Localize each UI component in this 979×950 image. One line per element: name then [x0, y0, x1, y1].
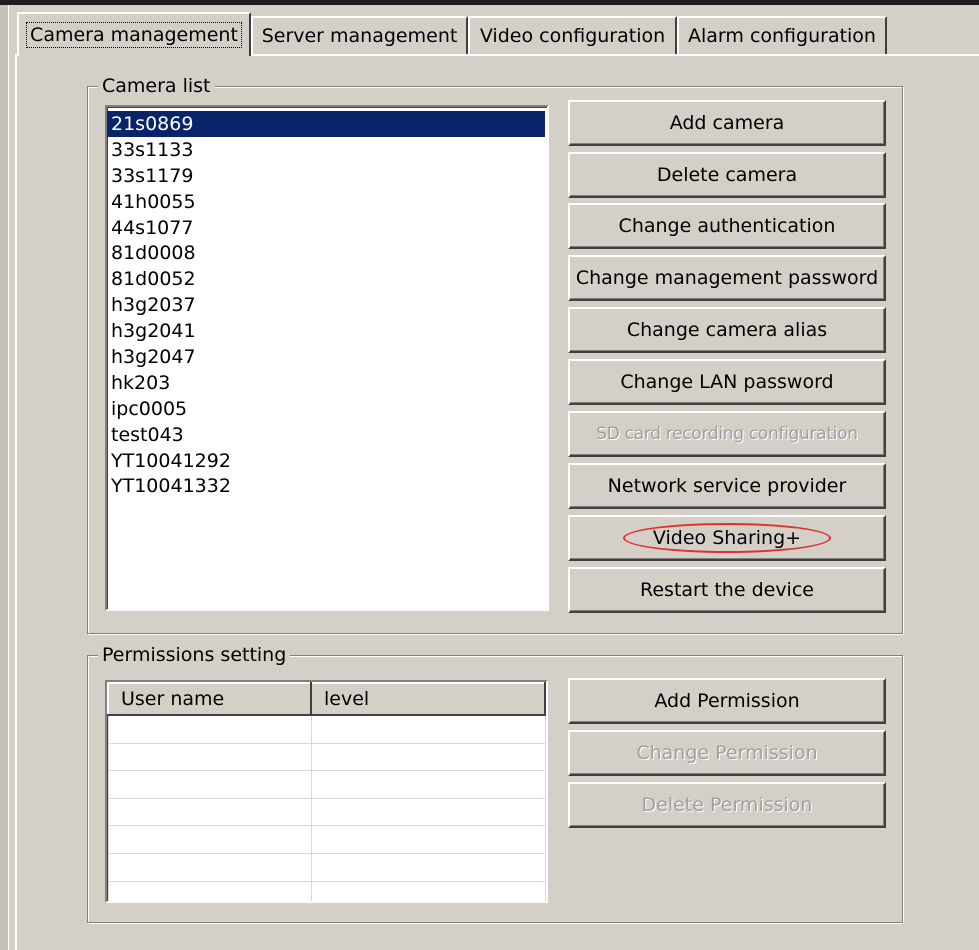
tab-server-management-label: Server management [261, 25, 458, 47]
tab-camera-management-label: Camera management [26, 22, 242, 48]
button-label: Add Permission [654, 690, 800, 712]
tab-server-management[interactable]: Server management [251, 16, 468, 54]
user-name-cell [107, 742, 312, 772]
network-service-provider-button[interactable]: Network service provider [568, 463, 886, 509]
level-cell [310, 742, 546, 772]
camera-list-item[interactable]: h3g2041 [107, 318, 547, 344]
permissions-legend: Permissions setting [98, 643, 291, 667]
button-label: Network service provider [607, 475, 847, 497]
table-row[interactable] [107, 714, 546, 744]
camera-list-item[interactable]: 41h0055 [107, 189, 547, 215]
camera-listbox[interactable]: 21s0869 33s1133 33s1179 41h0055 44s1077 81d00… [105, 105, 549, 611]
button-label: Delete Permission [641, 794, 813, 816]
table-row[interactable] [107, 852, 546, 882]
user-name-cell [107, 714, 312, 744]
column-header-user-name[interactable]: User name [107, 682, 312, 716]
user-name-cell [107, 825, 312, 854]
user-name-cell [107, 797, 312, 827]
button-label: Add camera [669, 112, 785, 134]
button-label: Restart the device [640, 579, 814, 601]
table-row[interactable] [107, 770, 546, 799]
button-label: Change Permission [636, 742, 818, 764]
level-cell [310, 852, 546, 882]
camera-list-item[interactable]: 33s1179 [107, 163, 547, 189]
camera-list-item[interactable]: hk203 [107, 370, 547, 396]
button-label: Change camera alias [626, 319, 828, 341]
camera-list-item[interactable]: 21s0869 [107, 111, 545, 137]
camera-list-item[interactable]: 81d0052 [107, 266, 547, 292]
permissions-rows [107, 714, 546, 901]
level-cell [310, 797, 546, 827]
add-permission-button[interactable]: Add Permission [568, 678, 886, 724]
camera-items: 21s0869 33s1133 33s1179 41h0055 44s1077 81d00… [107, 111, 547, 499]
restart-the-device-button[interactable]: Restart the device [568, 567, 886, 613]
tab-alarm-configuration-label: Alarm configuration [688, 25, 876, 47]
camera-list-item[interactable]: YT10041292 [107, 448, 547, 474]
camera-list-legend: Camera list [98, 74, 215, 98]
camera-list-item[interactable]: h3g2047 [107, 344, 547, 370]
level-cell [310, 770, 546, 799]
permissions-table[interactable]: User name level [105, 680, 548, 903]
button-label: Change authentication [618, 215, 836, 237]
change-authentication-button[interactable]: Change authentication [568, 203, 886, 249]
user-name-cell [107, 770, 312, 799]
change-camera-alias-button[interactable]: Change camera alias [568, 307, 886, 353]
camera-list-item[interactable]: 33s1133 [107, 137, 547, 163]
user-name-cell [107, 852, 312, 882]
camera-list-item[interactable]: 44s1077 [107, 215, 547, 241]
level-cell [310, 825, 546, 854]
tab-video-configuration-label: Video configuration [479, 25, 666, 47]
delete-camera-button[interactable]: Delete camera [568, 152, 886, 198]
button-label: Change management password [575, 267, 879, 289]
level-cell [310, 880, 546, 901]
camera-list-item[interactable]: YT10041332 [107, 473, 547, 499]
button-label: Delete camera [656, 164, 798, 186]
table-row[interactable] [107, 742, 546, 772]
tab-alarm-configuration[interactable]: Alarm configuration [677, 16, 887, 54]
window-top-edge [0, 0, 979, 5]
add-camera-button[interactable]: Add camera [568, 100, 886, 146]
change-permission-button[interactable]: Change Permission [568, 730, 886, 776]
button-label: SD card recording configuration [596, 424, 858, 444]
window-left-edge [0, 5, 9, 950]
tab-camera-management[interactable]: Camera management [17, 12, 251, 56]
table-row[interactable] [107, 797, 546, 827]
permissions-grid: User name level [107, 682, 546, 901]
tab-video-configuration[interactable]: Video configuration [468, 16, 677, 54]
camera-list-item[interactable]: h3g2037 [107, 292, 547, 318]
camera-list-item[interactable]: 81d0008 [107, 240, 547, 266]
camera-list-item[interactable]: ipc0005 [107, 396, 547, 422]
video-sharing-button[interactable]: Video Sharing+ [568, 515, 886, 561]
sd-card-recording-configuration-button[interactable]: SD card recording configuration [568, 411, 886, 457]
button-label: Change LAN password [620, 371, 834, 393]
delete-permission-button[interactable]: Delete Permission [568, 782, 886, 828]
table-row[interactable] [107, 880, 546, 901]
user-name-cell [107, 880, 312, 901]
change-lan-password-button[interactable]: Change LAN password [568, 359, 886, 405]
column-header-level[interactable]: level [310, 682, 546, 716]
level-cell [310, 714, 546, 744]
button-label: Video Sharing+ [622, 523, 832, 553]
camera-list-item[interactable]: test043 [107, 422, 547, 448]
table-row[interactable] [107, 825, 546, 854]
change-management-password-button[interactable]: Change management password [568, 255, 886, 301]
